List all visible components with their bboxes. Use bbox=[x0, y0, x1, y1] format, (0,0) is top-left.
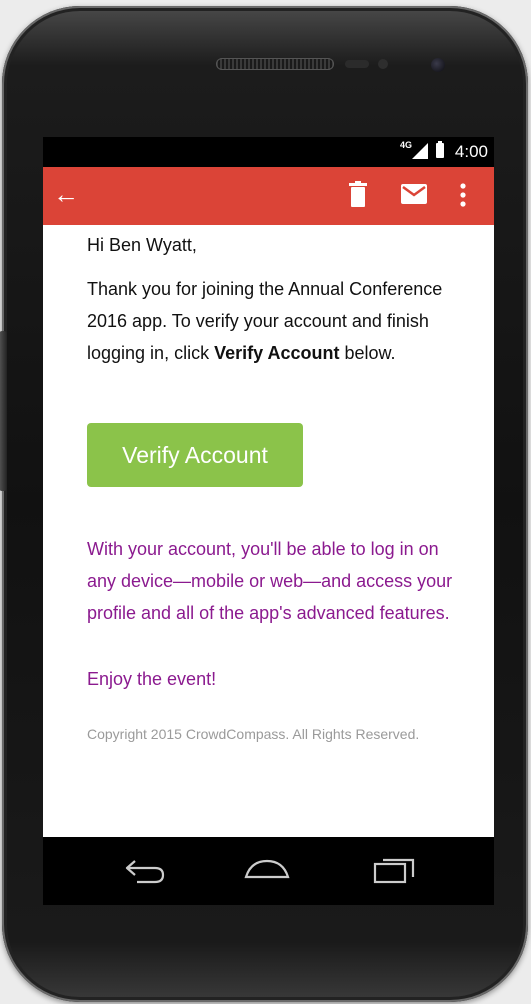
app-bar: ← bbox=[43, 167, 494, 225]
enjoy-event-text: Enjoy the event! bbox=[87, 669, 217, 689]
status-time: 4:00 bbox=[454, 142, 488, 161]
nav-back-icon[interactable] bbox=[123, 855, 167, 885]
proximity-sensor bbox=[345, 60, 369, 68]
intro-bold-text: Verify Account bbox=[214, 343, 340, 363]
front-camera bbox=[431, 58, 445, 72]
mail-icon[interactable] bbox=[401, 184, 427, 204]
signal-icon bbox=[412, 143, 428, 159]
greeting-text: Hi Ben Wyatt, bbox=[87, 235, 197, 255]
intro-end-text: below. bbox=[339, 343, 396, 363]
account-info-text: With your account, you'll be able to log… bbox=[87, 539, 453, 623]
earpiece-speaker bbox=[216, 58, 334, 70]
arrow-back-icon[interactable]: ← bbox=[53, 179, 79, 209]
nav-recent-apps-icon[interactable] bbox=[373, 855, 417, 885]
system-nav-bar bbox=[43, 837, 494, 905]
trash-icon[interactable] bbox=[348, 181, 368, 207]
email-body: Hi Ben Wyatt, Thank you for joining the … bbox=[87, 229, 467, 744]
volume-button bbox=[0, 331, 7, 491]
nav-home-icon[interactable] bbox=[243, 855, 291, 885]
copyright-text: Copyright 2015 CrowdCompass. All Rights … bbox=[87, 726, 420, 742]
intro-paragraph: Thank you for joining the Annual Confere… bbox=[87, 273, 467, 369]
status-bar: 4G 4:00 bbox=[43, 137, 494, 167]
battery-icon bbox=[436, 141, 444, 158]
verify-account-button[interactable]: Verify Account bbox=[87, 423, 303, 487]
phone-screen: 4G 4:00 ← Hi Ben Wyatt, Thank you for jo… bbox=[43, 137, 494, 837]
network-type: 4G bbox=[399, 140, 412, 150]
more-vertical-icon[interactable] bbox=[455, 182, 471, 208]
light-sensor bbox=[378, 59, 388, 69]
